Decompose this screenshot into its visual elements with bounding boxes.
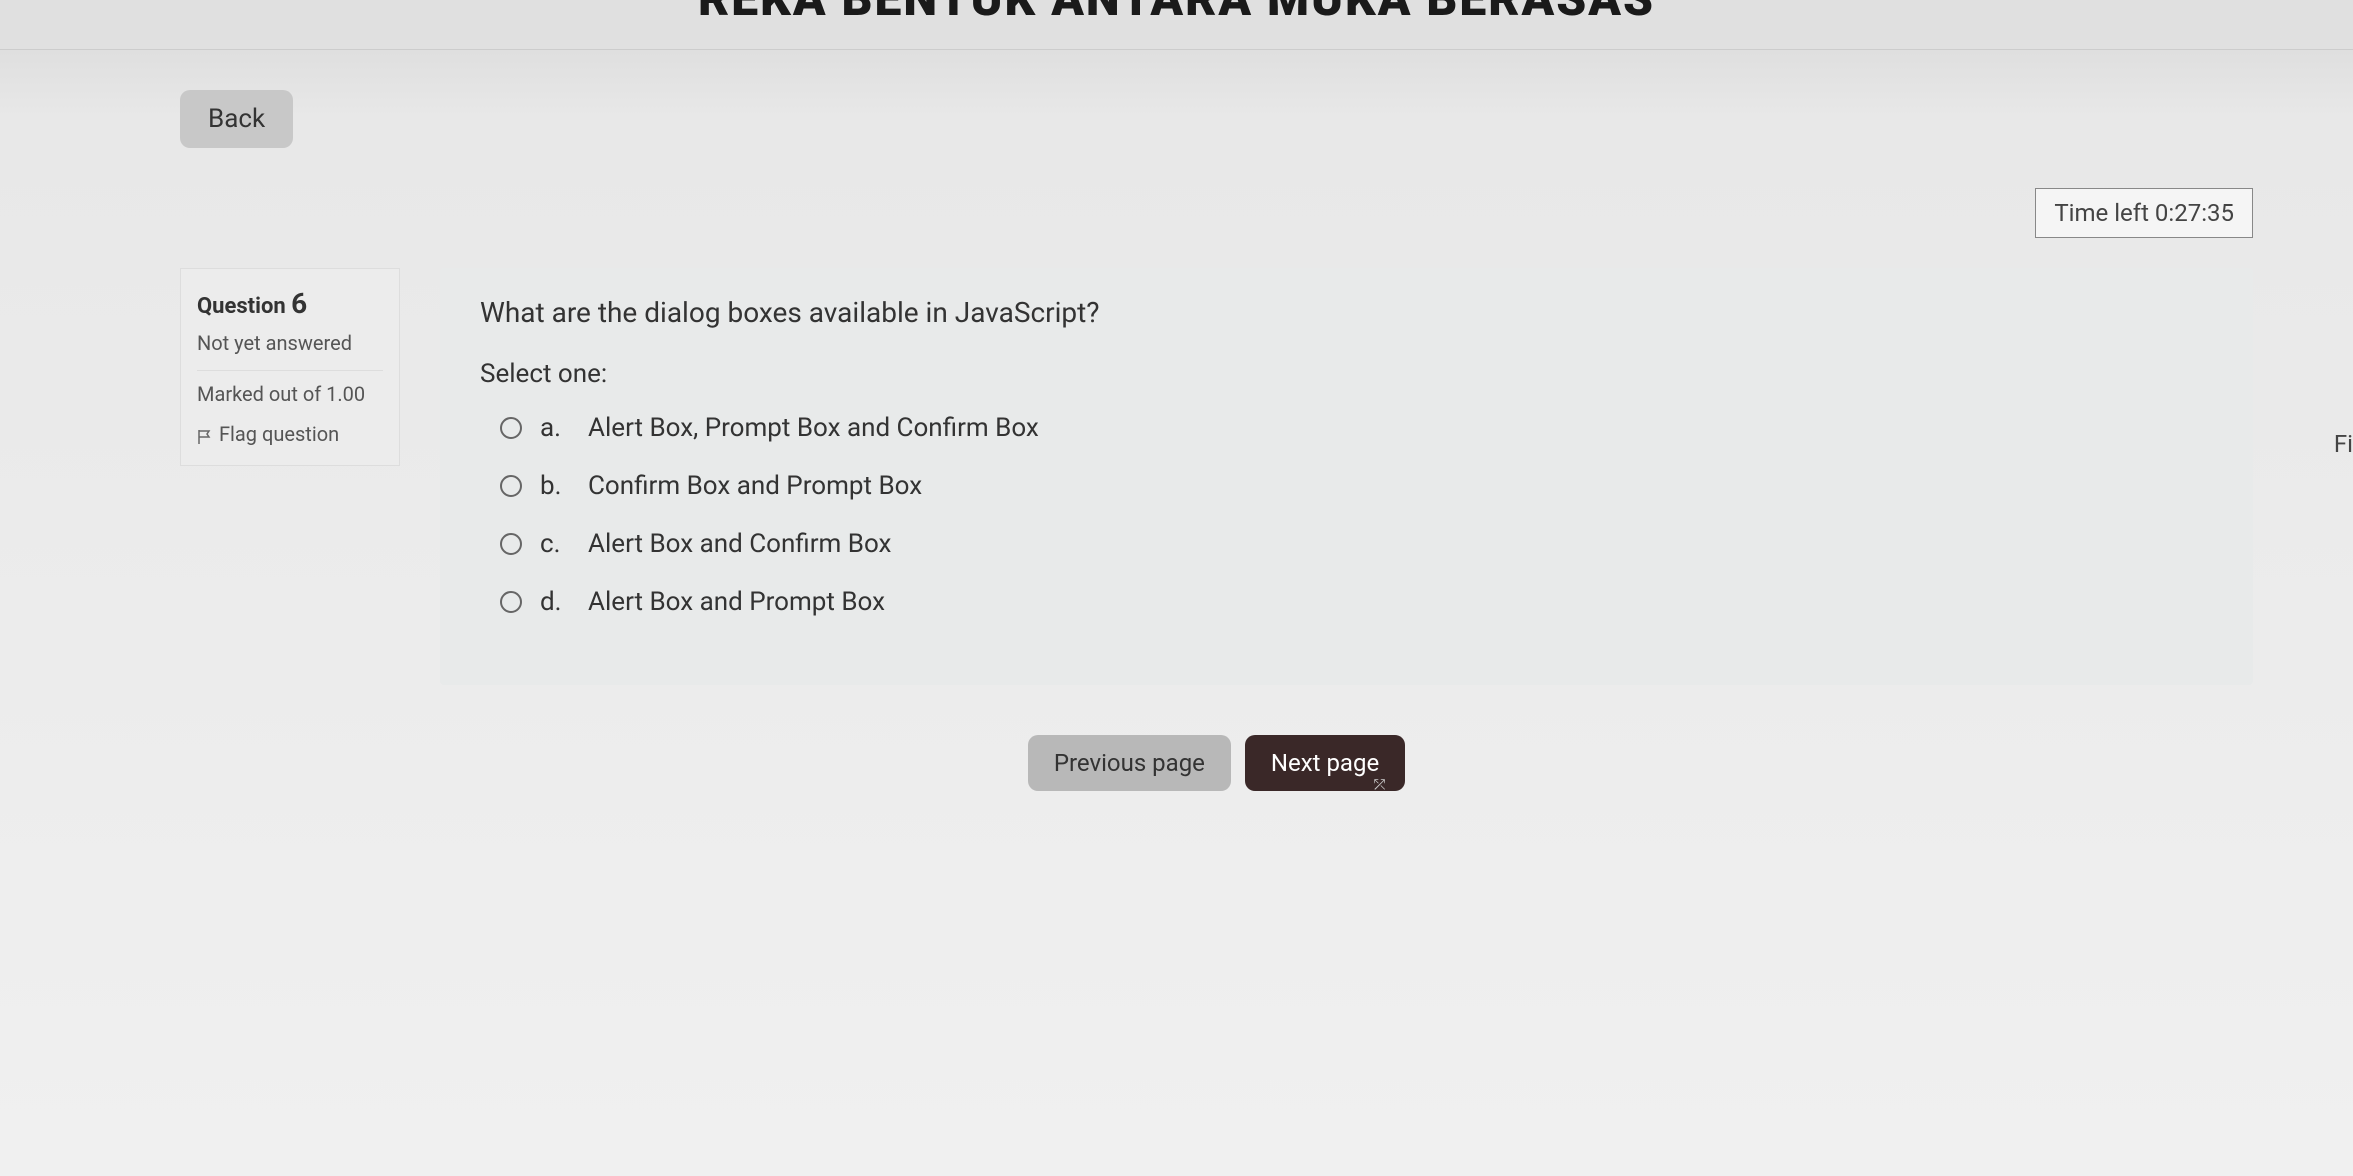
question-label-prefix: Question xyxy=(197,294,286,319)
option-a-letter: a. xyxy=(540,413,570,443)
nav-buttons: Previous page Next page ⤱ xyxy=(180,735,2253,791)
option-b-radio[interactable] xyxy=(500,475,522,497)
cursor-icon: ⤱ xyxy=(1374,777,1385,793)
content-wrapper: Back Time left 0:27:35 Question 6 Not ye… xyxy=(0,50,2353,831)
option-b[interactable]: b. Confirm Box and Prompt Box xyxy=(480,471,2213,501)
flag-icon xyxy=(197,425,213,441)
option-a-radio[interactable] xyxy=(500,417,522,439)
right-edge-partial: Fi xyxy=(2334,430,2353,458)
option-b-letter: b. xyxy=(540,471,570,501)
timer-row: Time left 0:27:35 xyxy=(180,188,2253,238)
option-d-text: Alert Box and Prompt Box xyxy=(588,587,885,617)
option-d[interactable]: d. Alert Box and Prompt Box xyxy=(480,587,2213,617)
question-marks: Marked out of 1.00 xyxy=(197,370,383,407)
option-c-radio[interactable] xyxy=(500,533,522,555)
option-a[interactable]: a. Alert Box, Prompt Box and Confirm Box xyxy=(480,413,2213,443)
previous-page-button[interactable]: Previous page xyxy=(1028,735,1231,791)
select-one-prompt: Select one: xyxy=(480,359,2213,389)
option-c[interactable]: c. Alert Box and Confirm Box xyxy=(480,529,2213,559)
next-page-label: Next page xyxy=(1271,749,1379,777)
next-page-button[interactable]: Next page ⤱ xyxy=(1245,735,1405,791)
question-content: What are the dialog boxes available in J… xyxy=(440,268,2253,685)
timer-box: Time left 0:27:35 xyxy=(2035,188,2253,238)
option-a-text: Alert Box, Prompt Box and Confirm Box xyxy=(588,413,1039,443)
page-header: REKA BENTUK ANTARA MUKA BERASAS xyxy=(0,0,2353,50)
question-info-panel: Question 6 Not yet answered Marked out o… xyxy=(180,268,400,466)
question-number: Question 6 xyxy=(197,287,383,320)
option-c-text: Alert Box and Confirm Box xyxy=(588,529,891,559)
option-c-letter: c. xyxy=(540,529,570,559)
question-area: Question 6 Not yet answered Marked out o… xyxy=(180,268,2253,685)
header-title: REKA BENTUK ANTARA MUKA BERASAS xyxy=(698,0,1655,27)
option-b-text: Confirm Box and Prompt Box xyxy=(588,471,922,501)
question-status: Not yet answered xyxy=(197,330,383,356)
question-number-value: 6 xyxy=(291,287,307,320)
flag-question-link[interactable]: Flag question xyxy=(197,421,383,447)
flag-question-label: Flag question xyxy=(219,421,339,447)
option-d-letter: d. xyxy=(540,587,570,617)
option-d-radio[interactable] xyxy=(500,591,522,613)
question-text: What are the dialog boxes available in J… xyxy=(480,296,2213,329)
back-button[interactable]: Back xyxy=(180,90,293,148)
